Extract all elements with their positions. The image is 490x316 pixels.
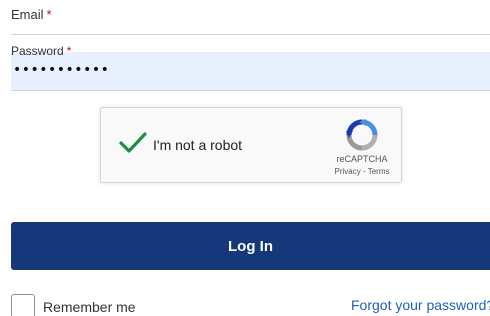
password-required-mark: * xyxy=(66,44,72,58)
password-value: ••••••••••• xyxy=(13,62,110,78)
login-button[interactable]: Log In xyxy=(11,222,490,270)
password-field[interactable]: ••••••••••• xyxy=(11,52,490,91)
email-label: Email * xyxy=(11,7,52,22)
recaptcha-label: I'm not a robot xyxy=(153,137,243,153)
remember-me-checkbox[interactable] xyxy=(11,294,35,316)
remember-me-label[interactable]: Remember me xyxy=(43,299,136,315)
password-label-text: Password xyxy=(11,44,64,58)
recaptcha-brand: reCAPTCHA xyxy=(336,154,388,164)
recaptcha-links[interactable]: Privacy - Terms xyxy=(327,167,397,176)
email-field[interactable] xyxy=(11,34,490,35)
email-required-mark: * xyxy=(46,7,52,22)
recaptcha-logo-icon xyxy=(346,119,378,151)
password-label: Password * xyxy=(11,44,71,58)
recaptcha-widget: I'm not a robot reCAPTCHA Privacy - Term… xyxy=(100,107,402,183)
forgot-password-link[interactable]: Forgot your password? xyxy=(351,297,490,313)
checkmark-icon[interactable] xyxy=(118,128,148,158)
login-form: Email * ••••••••••• Password * I'm not a r… xyxy=(0,0,490,316)
email-label-text: Email xyxy=(11,7,44,22)
